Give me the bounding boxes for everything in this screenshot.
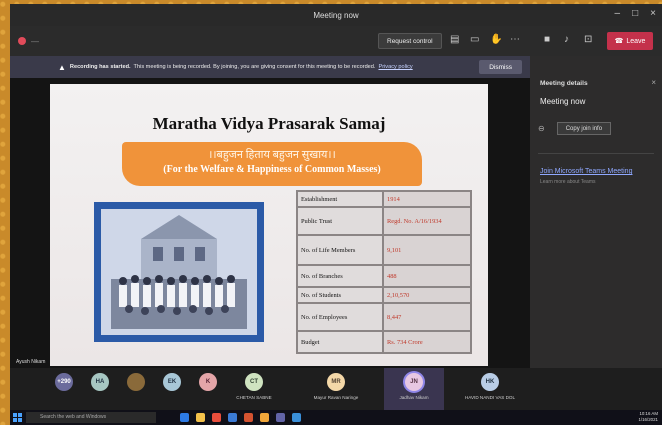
leave-label: Leave <box>626 37 646 45</box>
window-controls: – □ × <box>615 8 656 19</box>
slide-title: Maratha Vidya Prasarak Samaj <box>152 114 386 133</box>
file-explorer-icon[interactable] <box>196 413 205 422</box>
more-actions-icon[interactable]: ⋯ <box>510 35 520 45</box>
close-icon[interactable]: × <box>651 78 656 87</box>
participant-name: Mayur Ravan Naringe <box>313 395 359 400</box>
facts-table: Establishment 1914 Public Trust Regd. No… <box>296 190 472 354</box>
recording-timer: — <box>31 36 39 46</box>
taskbar-search-box[interactable]: Search the web and Windows <box>26 412 156 423</box>
warning-icon: ▲ <box>58 62 66 72</box>
table-row: No. of Life Members 9,101 <box>296 234 472 266</box>
fact-label: No. of Life Members <box>296 234 384 266</box>
chrome-icon[interactable] <box>212 413 221 422</box>
participant-name: HAVID NANDI VAS DOL <box>464 395 516 400</box>
table-row: Public Trust Regd. No. A/16/1934 <box>296 206 472 236</box>
participant-name: Jadhav Nikam <box>399 395 429 400</box>
avatar: K <box>199 373 217 391</box>
banner-bold-text: Recording has started. <box>69 64 131 70</box>
table-row: Budget Rs. 734 Crore <box>296 330 472 354</box>
recording-banner: ▲ Recording has started. This meeting is… <box>10 56 530 78</box>
fact-label: No. of Branches <box>296 264 384 288</box>
presenter-name: Ayush Nikam <box>16 359 46 365</box>
word-icon[interactable] <box>228 413 237 422</box>
meeting-title: Meeting now <box>540 97 586 106</box>
powerpoint-icon[interactable] <box>244 413 253 422</box>
table-row: No. of Students 2,10,570 <box>296 286 472 304</box>
clock-date: 1/16/2021 <box>638 417 658 422</box>
copy-join-row: ⊖ Copy join info <box>538 122 662 135</box>
avatar: MR <box>327 373 345 391</box>
copy-join-info-button[interactable]: Copy join info <box>556 122 612 135</box>
mail-icon[interactable] <box>292 413 301 422</box>
title-bar: Meeting now – □ × <box>10 4 662 26</box>
teams-icon[interactable] <box>276 413 285 422</box>
avatar: HK <box>481 373 499 391</box>
banner-message: This meeting is being recorded. By joini… <box>133 64 376 70</box>
learn-more-text[interactable]: Learn more about Teams <box>530 175 662 185</box>
phone-icon: ☎ <box>614 38 624 45</box>
fact-value: 488 <box>382 264 472 288</box>
participants-icon[interactable]: ▤ <box>450 35 459 45</box>
table-row: No. of Employees 8,447 <box>296 302 472 332</box>
microphone-icon[interactable]: ♪ <box>564 35 569 45</box>
fact-value: 9,101 <box>382 234 472 266</box>
fact-value: 1914 <box>382 190 472 208</box>
minimize-icon[interactable]: – <box>615 8 621 19</box>
reactions-icon[interactable]: ✋ <box>490 35 502 45</box>
share-icon[interactable]: ⊡ <box>584 35 592 45</box>
presentation-slide: Maratha Vidya Prasarak Samaj ।।बहुजन हित… <box>50 84 488 366</box>
maximize-icon[interactable]: □ <box>632 8 638 19</box>
fact-label: No. of Students <box>296 286 384 304</box>
participant-tile[interactable]: MR Mayur Ravan Naringe <box>306 373 366 400</box>
group-photo <box>94 202 264 342</box>
firefox-icon[interactable] <box>260 413 269 422</box>
fact-value: 8,447 <box>382 302 472 332</box>
participant-tile[interactable]: HK HAVID NANDI VAS DOL <box>460 373 520 400</box>
leave-button[interactable]: ☎ Leave <box>607 32 653 50</box>
motto-text: ।।बहुजन हिताय बहुजन सुखाय।। <box>208 149 336 161</box>
request-control-button[interactable]: Request control <box>378 33 442 49</box>
fact-label: Public Trust <box>296 206 384 236</box>
avatar: JN <box>405 373 423 391</box>
panel-heading: Meeting details <box>540 80 588 87</box>
table-row: Establishment 1914 <box>296 190 472 208</box>
meeting-toolbar: — Request control ▤ ▭ ✋ ⋯ ■ ♪ ⊡ ☎ Leave <box>10 26 662 56</box>
table-row: No. of Branches 488 <box>296 264 472 288</box>
window-title: Meeting now <box>313 10 359 20</box>
participant-name: CHETAN SABNE <box>236 395 272 400</box>
teams-window: Meeting now – □ × — Request control ▤ ▭ … <box>10 4 662 425</box>
fact-value: Regd. No. A/16/1934 <box>382 206 472 236</box>
group-photo-image <box>101 209 257 335</box>
dismiss-button[interactable]: Dismiss <box>479 60 522 74</box>
recording-indicator-icon <box>18 37 26 45</box>
privacy-policy-link[interactable]: Privacy policy <box>378 64 412 70</box>
close-icon[interactable]: × <box>650 8 656 19</box>
meeting-details-panel: Meeting details × Meeting now ⊖ Copy joi… <box>530 56 662 368</box>
motto-banner: ।।बहुजन हिताय बहुजन सुखाय।। (For the Wel… <box>122 142 422 186</box>
windows-start-icon[interactable] <box>13 413 22 422</box>
fact-value: Rs. 734 Crore <box>382 330 472 354</box>
motto-subtitle: (For the Welfare & Happiness of Common M… <box>163 164 381 175</box>
shared-content-stage: Maratha Vidya Prasarak Samaj ।।बहुजन हित… <box>10 78 530 368</box>
fact-label: No. of Employees <box>296 302 384 332</box>
fact-value: 2,10,570 <box>382 286 472 304</box>
camera-icon[interactable]: ■ <box>544 35 550 45</box>
fact-label: Budget <box>296 330 384 354</box>
windows-taskbar: Search the web and Windows 10:16 AM 1/16… <box>10 410 662 425</box>
participant-strip: +290 HA EK K CT CHETAN SABNE MR Mayur Ra… <box>10 368 662 410</box>
participant-tile-active[interactable]: JN Jadhav Nikam <box>384 368 444 410</box>
participant-tile[interactable]: CT CHETAN SABNE <box>224 373 284 400</box>
join-teams-link[interactable]: Join Microsoft Teams Meeting <box>530 154 662 175</box>
chat-icon[interactable]: ▭ <box>470 35 479 45</box>
edge-icon[interactable] <box>180 413 189 422</box>
taskbar-clock[interactable]: 10:16 AM 1/16/2021 <box>638 411 658 423</box>
fact-label: Establishment <box>296 190 384 208</box>
avatar: CT <box>245 373 263 391</box>
copy-link-icon: ⊖ <box>538 124 545 133</box>
